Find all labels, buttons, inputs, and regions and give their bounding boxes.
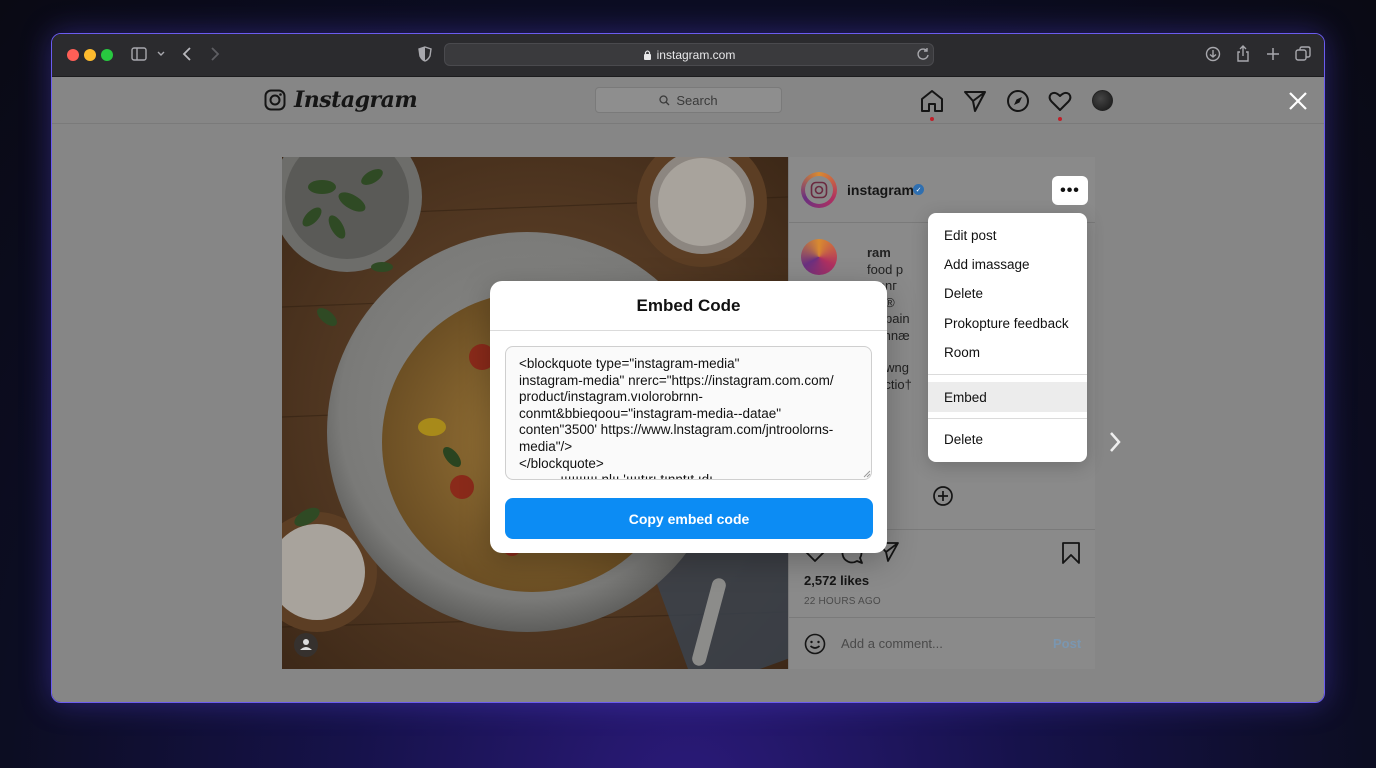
reload-icon[interactable] — [916, 47, 930, 61]
menu-item-delete[interactable]: Delete — [928, 279, 1087, 308]
copy-embed-code-button[interactable]: Copy embed code — [505, 498, 873, 539]
save-bookmark-icon[interactable] — [1061, 541, 1081, 565]
search-icon — [659, 94, 670, 105]
modal-title: Embed Code — [490, 281, 887, 331]
menu-item-room[interactable]: Room — [928, 338, 1087, 367]
caption-avatar[interactable] — [801, 239, 837, 275]
menu-item-add-message[interactable]: Add imassage — [928, 250, 1087, 279]
page-content: Instagram Search instagram ✓ ram food p … — [52, 77, 1324, 702]
instagram-header: Instagram Search — [52, 77, 1324, 124]
activity-heart-icon[interactable] — [1047, 88, 1073, 114]
menu-divider — [928, 374, 1087, 375]
back-icon[interactable] — [181, 46, 193, 62]
close-window-button[interactable] — [67, 49, 79, 61]
profile-avatar[interactable] — [1092, 90, 1113, 111]
share-icon[interactable] — [1236, 45, 1250, 62]
close-icon[interactable] — [1285, 88, 1311, 114]
home-icon[interactable] — [919, 88, 945, 114]
add-circle-icon[interactable] — [932, 485, 954, 507]
instagram-glyph-icon — [810, 181, 828, 199]
caption-username[interactable]: ram — [867, 245, 891, 260]
instagram-camera-icon — [264, 89, 286, 111]
lock-icon — [643, 50, 651, 60]
emoji-icon[interactable] — [804, 633, 826, 655]
menu-item-feedback[interactable]: Prokopture feedback — [928, 309, 1087, 338]
home-notification-dot — [930, 117, 934, 121]
embed-code-modal: Embed Code <blockquote type="instagram-m… — [490, 281, 887, 553]
search-placeholder: Search — [676, 92, 718, 108]
menu-divider — [928, 418, 1087, 419]
post-comment-button[interactable]: Post — [1053, 636, 1081, 651]
post-username[interactable]: instagram — [847, 182, 914, 198]
search-input[interactable]: Search — [595, 87, 782, 113]
privacy-shield-icon[interactable] — [418, 46, 432, 62]
verified-badge-icon: ✓ — [913, 184, 924, 195]
menu-item-embed[interactable]: Embed — [928, 382, 1087, 412]
comment-input[interactable]: Add a comment... — [841, 636, 943, 651]
instagram-wordmark: Instagram — [294, 87, 418, 113]
likes-count[interactable]: 2,572 likes — [804, 573, 869, 588]
browser-titlebar: instagram.com — [52, 34, 1324, 77]
downloads-icon[interactable] — [1205, 46, 1221, 62]
url-text: instagram.com — [656, 47, 736, 62]
menu-item-edit-post[interactable]: Edit post — [928, 221, 1087, 250]
more-options-icon: ••• — [1060, 181, 1080, 199]
post-timestamp: 22 HOURS AGO — [804, 596, 881, 607]
menu-item-delete-bottom[interactable]: Delete — [928, 425, 1087, 454]
address-bar[interactable]: instagram.com — [444, 43, 934, 66]
instagram-logo[interactable]: Instagram — [264, 87, 418, 113]
options-menu: Edit post Add imassage Delete Prokopture… — [928, 213, 1087, 462]
tab-overview-icon[interactable] — [1295, 46, 1311, 62]
more-options-button[interactable]: ••• — [1052, 176, 1088, 205]
browser-window: instagram.com Instagram Search instagram… — [51, 33, 1325, 703]
divider — [789, 617, 1095, 618]
explore-compass-icon[interactable] — [1005, 88, 1031, 114]
next-post-chevron-icon[interactable] — [1107, 430, 1123, 454]
caption-line: food p — [867, 261, 904, 277]
minimize-window-button[interactable] — [84, 49, 96, 61]
activity-notification-dot — [1058, 117, 1062, 121]
chevron-down-icon[interactable] — [156, 50, 166, 58]
sidebar-icon[interactable] — [131, 47, 147, 61]
direct-send-icon[interactable] — [962, 88, 988, 114]
forward-icon[interactable] — [209, 46, 221, 62]
embed-code-textarea[interactable]: <blockquote type="instagram-media" insta… — [505, 346, 872, 480]
zoom-window-button[interactable] — [101, 49, 113, 61]
resize-handle-icon[interactable] — [863, 470, 871, 478]
new-tab-icon[interactable] — [1266, 47, 1280, 61]
